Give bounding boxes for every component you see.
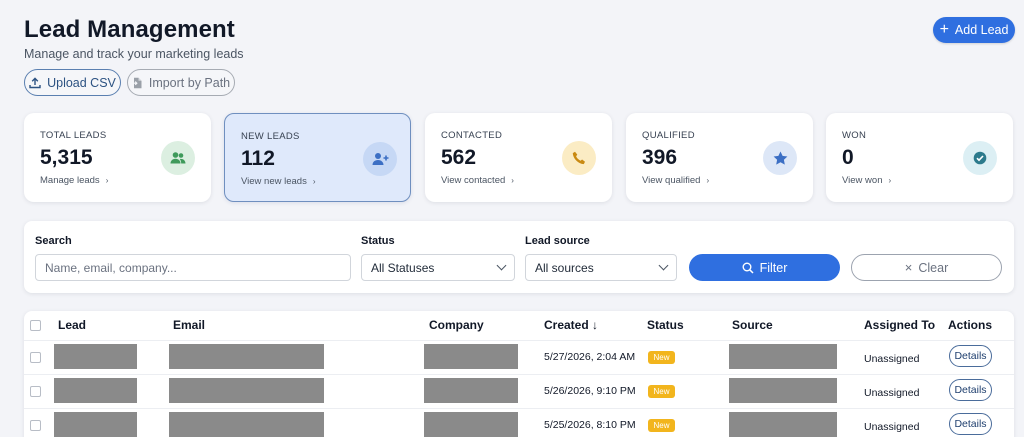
column-header-assigned-to[interactable]: Assigned To	[864, 318, 935, 332]
import-by-path-label: Import by Path	[148, 75, 231, 90]
redacted-lead	[54, 378, 137, 403]
row-checkbox[interactable]	[30, 352, 41, 363]
select-all-checkbox[interactable]	[30, 320, 41, 331]
phone-icon	[562, 141, 596, 175]
redacted-email	[169, 344, 324, 369]
status-label: Status	[361, 235, 395, 247]
plus-icon: +	[939, 20, 949, 38]
stat-link[interactable]: View contacted ›	[441, 175, 514, 186]
status-badge: New	[648, 351, 675, 364]
stat-value: 562	[441, 146, 477, 169]
add-lead-label: Add Lead	[954, 23, 1009, 37]
table-row[interactable]: 5/27/2026, 2:04 AM New Unassigned Detail…	[24, 340, 1014, 374]
search-icon	[742, 262, 754, 274]
details-button[interactable]: Details	[949, 413, 992, 435]
users-icon	[161, 141, 195, 175]
created-cell: 5/26/2026, 9:10 PM	[544, 385, 636, 397]
assigned-cell: Unassigned	[864, 421, 920, 433]
stat-label: TOTAL LEADS	[40, 130, 107, 141]
chevron-down-icon	[496, 260, 507, 271]
redacted-company	[424, 378, 518, 403]
search-input[interactable]	[35, 254, 351, 281]
file-import-icon	[132, 77, 142, 88]
status-badge: New	[648, 385, 675, 398]
row-checkbox[interactable]	[30, 386, 41, 397]
upload-csv-label: Upload CSV	[47, 75, 116, 90]
stat-card-new-leads[interactable]: NEW LEADS 112 View new leads ›	[224, 113, 411, 202]
lead-source-select[interactable]: All sources	[525, 254, 677, 281]
stat-link[interactable]: View new leads ›	[241, 176, 316, 187]
column-header-status[interactable]: Status	[647, 318, 684, 332]
table-row[interactable]: 5/26/2026, 9:10 PM New Unassigned Detail…	[24, 374, 1014, 408]
redacted-source	[729, 412, 837, 437]
column-header-created[interactable]: Created ↓	[544, 318, 598, 332]
stat-value: 396	[642, 146, 678, 169]
created-cell: 5/27/2026, 2:04 AM	[544, 351, 636, 363]
redacted-source	[729, 378, 837, 403]
redacted-company	[424, 412, 518, 437]
stat-label: WON	[842, 130, 867, 141]
redacted-company	[424, 344, 518, 369]
star-icon	[763, 141, 797, 175]
filter-label: Filter	[759, 260, 788, 275]
redacted-lead	[54, 344, 137, 369]
column-header-actions: Actions	[948, 318, 993, 332]
user-plus-icon	[363, 142, 397, 176]
stat-label: CONTACTED	[441, 130, 503, 141]
column-header-source[interactable]: Source	[732, 318, 773, 332]
stat-link[interactable]: View won ›	[842, 175, 891, 186]
status-select-value: All Statuses	[371, 260, 435, 275]
stat-card-qualified[interactable]: QUALIFIED 396 View qualified ›	[626, 113, 813, 202]
stat-value: 112	[241, 147, 275, 170]
column-header-email[interactable]: Email	[173, 318, 205, 332]
row-checkbox[interactable]	[30, 420, 41, 431]
created-cell: 5/25/2026, 8:10 PM	[544, 419, 636, 431]
details-button[interactable]: Details	[949, 379, 992, 401]
add-lead-button[interactable]: + Add Lead	[933, 17, 1015, 43]
stat-value: 0	[842, 146, 854, 169]
assigned-cell: Unassigned	[864, 387, 920, 399]
close-icon: ×	[904, 260, 913, 275]
redacted-lead	[54, 412, 137, 437]
column-header-lead[interactable]: Lead	[58, 318, 86, 332]
stat-card-contacted[interactable]: CONTACTED 562 View contacted ›	[425, 113, 612, 202]
redacted-email	[169, 378, 324, 403]
clear-button[interactable]: × Clear	[851, 254, 1002, 281]
redacted-email	[169, 412, 324, 437]
stat-value: 5,315	[40, 146, 93, 169]
status-select[interactable]: All Statuses	[361, 254, 515, 281]
assigned-cell: Unassigned	[864, 353, 920, 365]
redacted-source	[729, 344, 837, 369]
status-badge: New	[648, 419, 675, 432]
stat-card-won[interactable]: WON 0 View won ›	[826, 113, 1013, 202]
filter-button[interactable]: Filter	[689, 254, 840, 281]
page-subtitle: Manage and track your marketing leads	[24, 47, 244, 61]
upload-csv-button[interactable]: Upload CSV	[24, 69, 121, 96]
stat-link[interactable]: View qualified ›	[642, 175, 709, 186]
upload-icon	[29, 76, 41, 88]
page-title: Lead Management	[24, 16, 235, 43]
table-row[interactable]: 5/25/2026, 8:10 PM New Unassigned Detail…	[24, 408, 1014, 437]
column-header-company[interactable]: Company	[429, 318, 484, 332]
lead-source-label: Lead source	[525, 235, 590, 247]
leads-table: Lead Email Company Created ↓ Status Sour…	[24, 311, 1014, 437]
import-by-path-button[interactable]: Import by Path	[127, 69, 235, 96]
stat-link[interactable]: Manage leads ›	[40, 175, 108, 186]
check-circle-icon	[963, 141, 997, 175]
stat-label: QUALIFIED	[642, 130, 695, 141]
chevron-down-icon	[658, 260, 669, 271]
stat-card-total-leads[interactable]: TOTAL LEADS 5,315 Manage leads ›	[24, 113, 211, 202]
stat-label: NEW LEADS	[241, 131, 300, 142]
filter-panel: Search Status All Statuses Lead source A…	[24, 221, 1014, 293]
clear-label: Clear	[918, 260, 949, 275]
search-label: Search	[35, 235, 72, 247]
lead-source-select-value: All sources	[535, 260, 594, 275]
details-button[interactable]: Details	[949, 345, 992, 367]
